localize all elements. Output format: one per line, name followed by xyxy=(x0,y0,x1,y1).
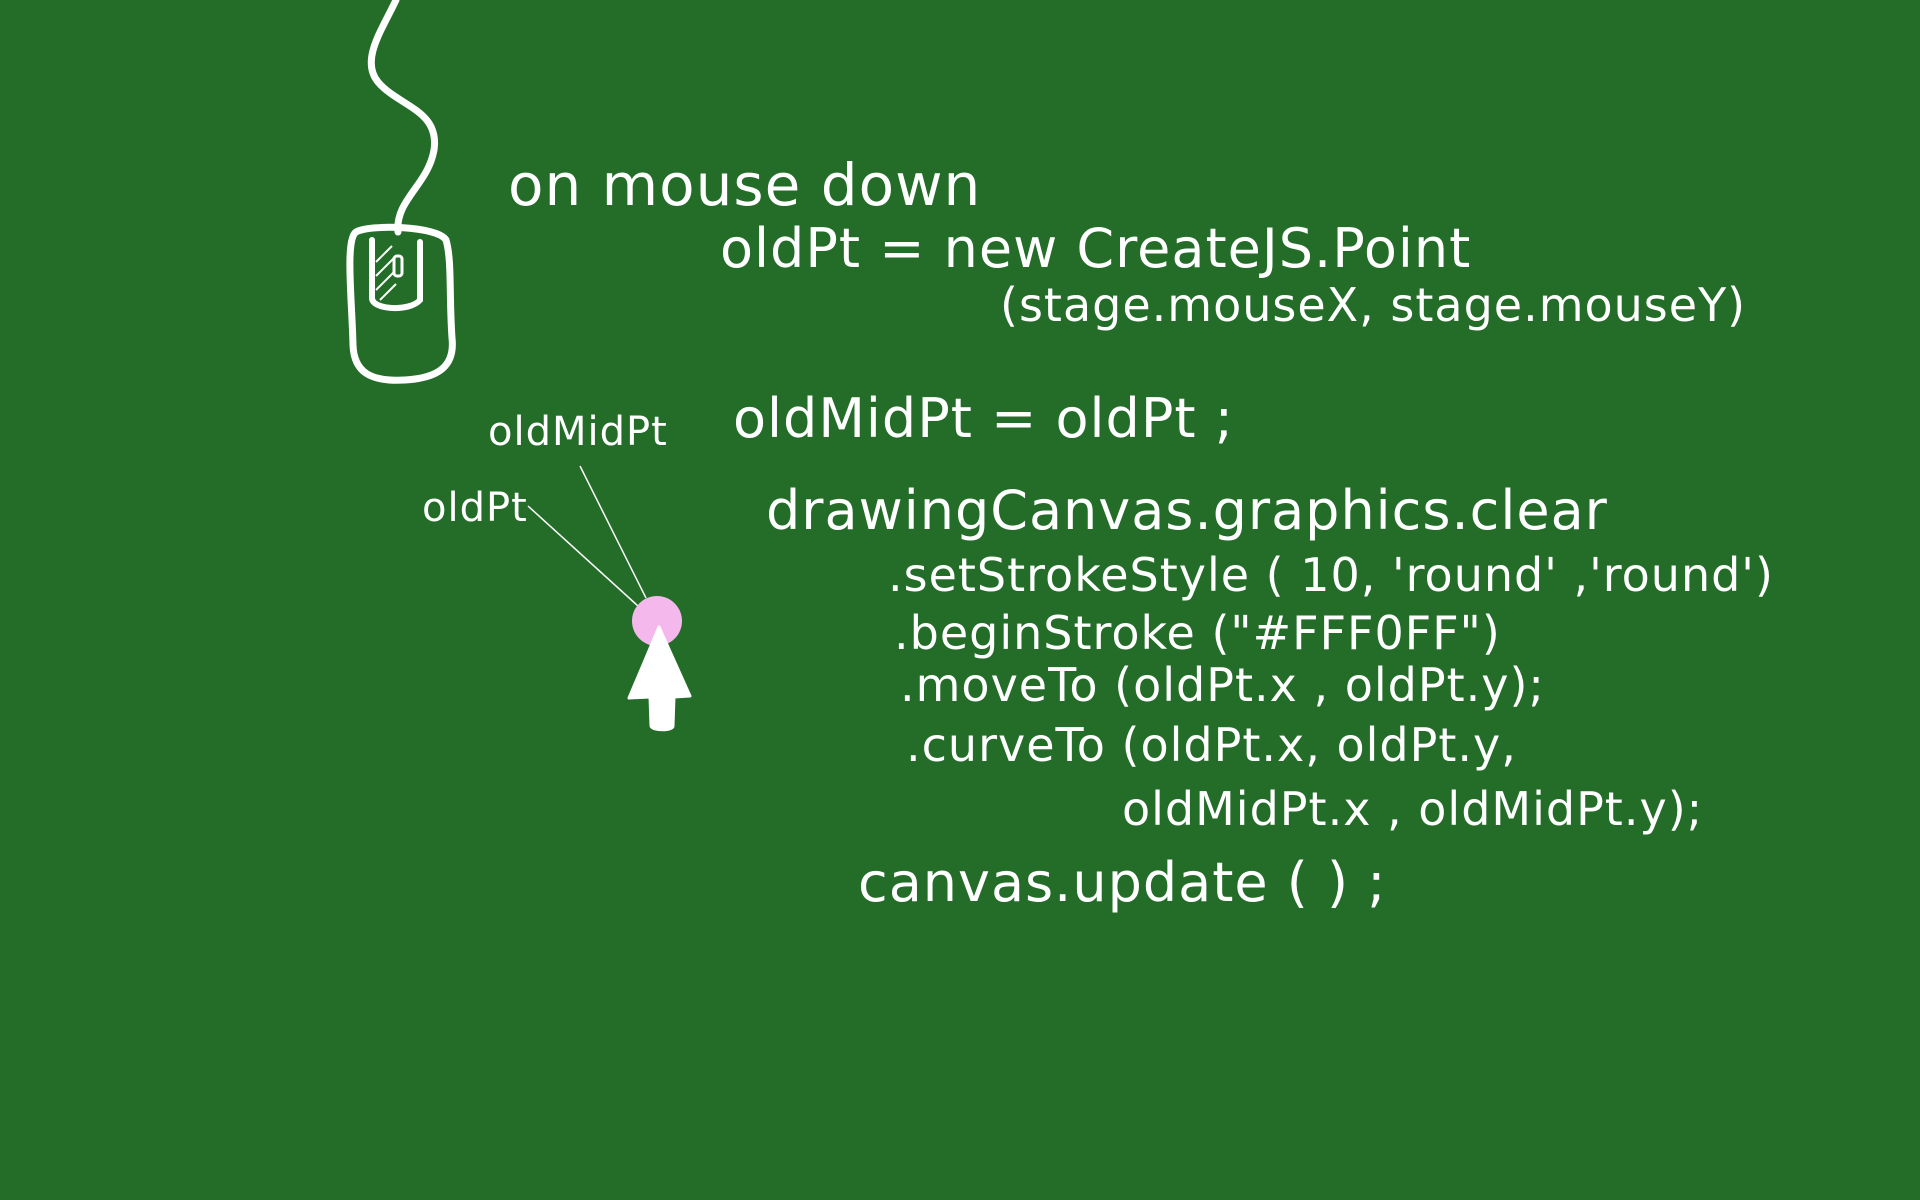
code-line-old-pt-new-point: oldPt = new CreateJS.Point xyxy=(720,217,1472,280)
code-line-old-mid-pt-assign: oldMidPt = oldPt ; xyxy=(733,387,1234,450)
code-line-graphics-clear: drawingCanvas.graphics.clear xyxy=(766,479,1608,542)
arrow-cursor-icon xyxy=(627,625,692,732)
label-old-mid-pt: oldMidPt xyxy=(488,409,668,455)
code-line-stage-mouse-args: (stage.mouseX, stage.mouseY) xyxy=(1000,278,1747,332)
code-line-curve-to: .curveTo (oldPt.x, oldPt.y, xyxy=(906,718,1517,772)
old-pt-pointer-line xyxy=(527,505,639,607)
code-line-move-to: .moveTo (oldPt.x , oldPt.y); xyxy=(900,658,1545,712)
code-line-set-stroke-style: .setStrokeStyle ( 10, 'round' ,'round') xyxy=(888,548,1774,602)
mouse-icon xyxy=(346,223,456,384)
mouse-cord xyxy=(367,0,438,236)
code-line-curve-to-mid: oldMidPt.x , oldMidPt.y); xyxy=(1122,782,1704,836)
label-old-pt: oldPt xyxy=(422,485,528,531)
code-line-canvas-update: canvas.update ( ) ; xyxy=(858,851,1387,914)
old-mid-pt-pointer-line xyxy=(579,465,647,599)
heading-on-mouse-down: on mouse down xyxy=(508,151,982,219)
code-line-begin-stroke: .beginStroke ("#FFF0FF") xyxy=(894,606,1501,660)
